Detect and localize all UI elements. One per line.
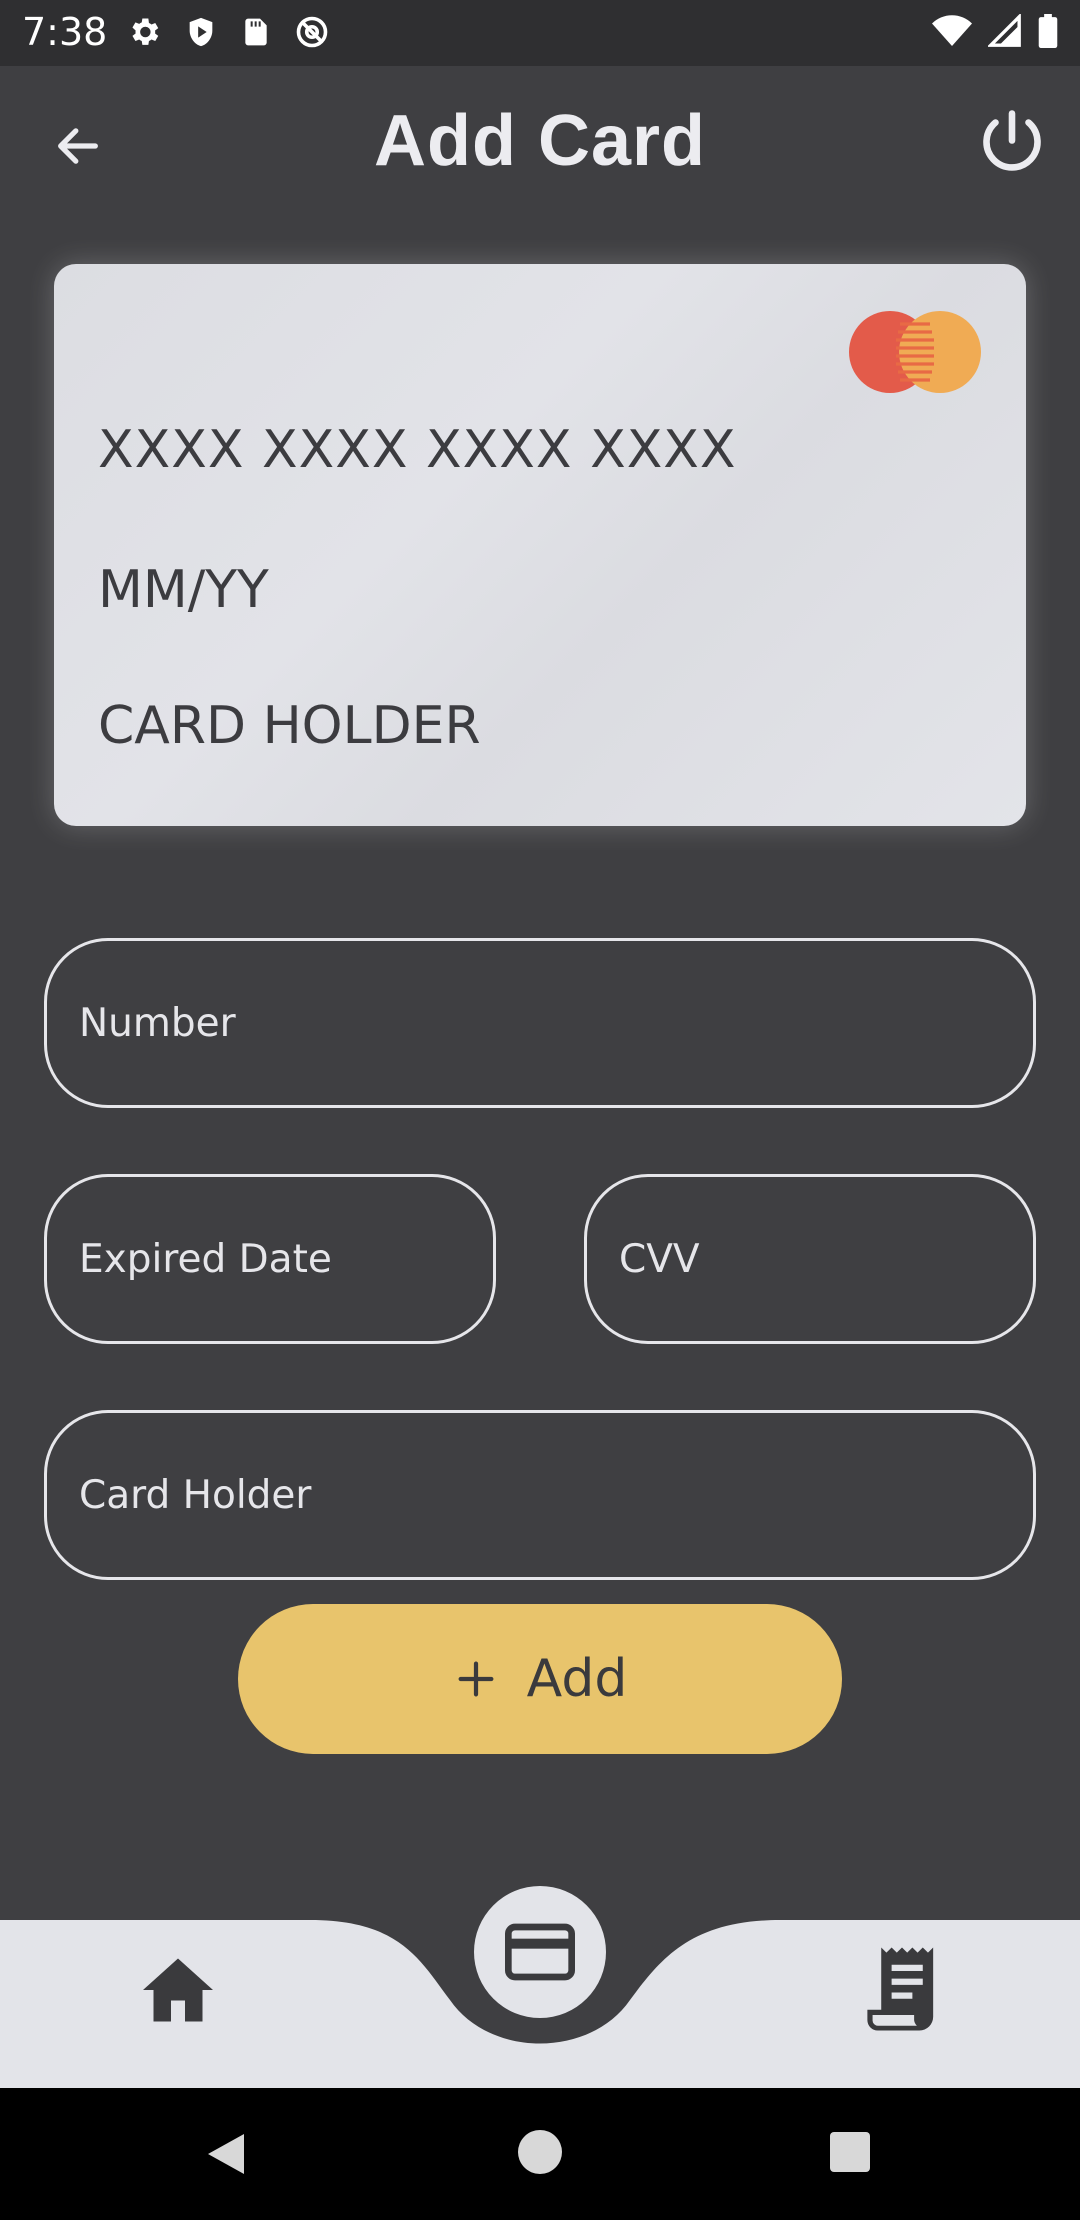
expiry-input[interactable] — [77, 1235, 493, 1283]
cvv-input[interactable] — [617, 1235, 1033, 1283]
wifi-icon — [932, 15, 972, 46]
nav-home[interactable] — [136, 1948, 220, 2032]
card-holder-preview: CARD HOLDER — [98, 696, 481, 756]
sd-card-icon — [245, 18, 267, 46]
status-icons-left — [126, 14, 330, 50]
at-sign-icon — [296, 16, 328, 48]
page-title: Add Card — [374, 101, 706, 181]
expiry-field[interactable] — [44, 1174, 496, 1344]
status-time: 7:38 — [22, 10, 108, 54]
card-holder-field[interactable] — [44, 1410, 1036, 1580]
plus-icon — [458, 1661, 494, 1697]
credit-card-icon — [505, 1923, 575, 1981]
add-button[interactable]: Add — [238, 1604, 842, 1754]
settings-icon — [132, 18, 159, 45]
system-home-icon[interactable] — [518, 2130, 562, 2174]
home-icon — [143, 1958, 213, 2022]
status-icons-right — [932, 14, 1058, 48]
receipt-icon — [867, 1947, 934, 2031]
power-button[interactable] — [976, 106, 1048, 178]
add-button-label: Add — [526, 1649, 628, 1709]
system-recents-icon[interactable] — [830, 2132, 870, 2172]
cell-signal-icon — [988, 14, 1021, 47]
card-expiry-preview: MM/YY — [98, 560, 269, 620]
nav-receipts[interactable] — [860, 1944, 944, 2034]
card-holder-input[interactable] — [77, 1471, 1033, 1519]
cvv-field[interactable] — [584, 1174, 1036, 1344]
card-number-preview: XXXX XXXX XXXX XXXX — [98, 420, 737, 480]
card-preview: XXXX XXXX XXXX XXXX MM/YY CARD HOLDER — [54, 264, 1026, 826]
mastercard-logo — [849, 311, 981, 393]
battery-icon — [1038, 14, 1058, 48]
system-back-icon[interactable] — [204, 2130, 248, 2178]
nav-cards[interactable] — [474, 1886, 606, 2018]
number-field[interactable] — [44, 938, 1036, 1108]
power-icon — [983, 110, 1041, 171]
shield-play-icon — [189, 17, 213, 47]
number-input[interactable] — [77, 999, 1033, 1047]
